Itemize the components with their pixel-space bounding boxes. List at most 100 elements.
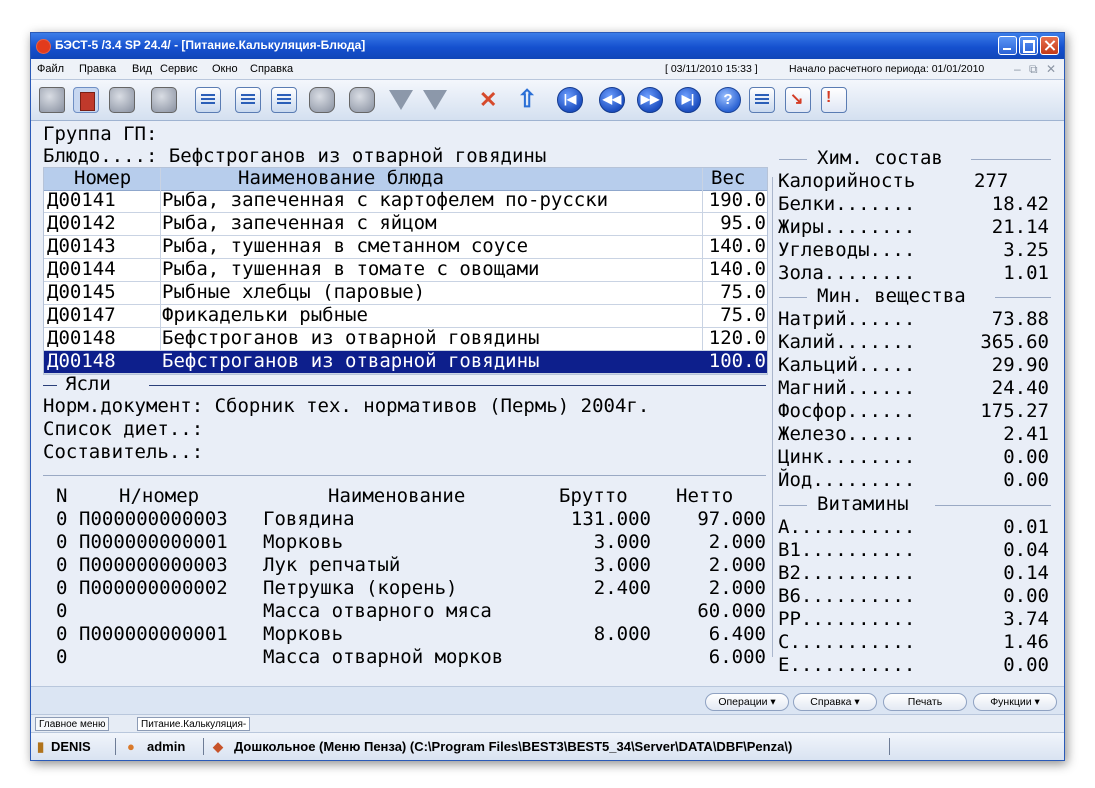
menu-file[interactable]: Файл	[37, 63, 64, 75]
mineral-label: Магний......	[778, 377, 916, 399]
first-record-icon[interactable]: |◀	[557, 87, 583, 113]
fieldset-line	[779, 297, 807, 298]
vitamins-legend: Витамины	[817, 493, 909, 515]
sort-icon[interactable]: ⇧	[513, 86, 539, 113]
cell-name: Рыбные хлебцы (паровые)	[162, 281, 426, 303]
previous-record-icon[interactable]: ◀◀	[599, 87, 625, 113]
window-tabs: Главное меню Питание.Калькуляция-	[31, 714, 1064, 733]
cell-weight: 120.0	[708, 327, 766, 349]
cell-name: Петрушка (корень)	[263, 577, 458, 599]
table-row[interactable]: Д00143 Рыба, тушенная в сметанном соусе …	[44, 235, 767, 259]
window-title: БЭСТ-5 /3.4 SP 24.4/ - [Питание.Калькуля…	[55, 38, 366, 52]
cell-code: Д00142	[47, 212, 116, 234]
help-button[interactable]: Справка ▾	[793, 693, 877, 711]
nursery-legend: Ясли	[65, 373, 111, 395]
cell-code: Д00148	[47, 350, 116, 372]
cell-name: Морковь	[263, 623, 344, 645]
operations-button[interactable]: Операции ▾	[705, 693, 789, 711]
clear-icon[interactable]: ✕	[477, 87, 503, 113]
menu-window[interactable]: Окно	[212, 63, 238, 75]
table-row[interactable]: Д00147 Фрикадельки рыбные 75.0	[44, 304, 767, 328]
cell-code: П000000000002	[79, 577, 228, 599]
vitamin-value: 0.04	[1003, 539, 1049, 561]
dish-line: Блюдо....: Бефстроганов из отварной говя…	[43, 145, 547, 167]
column-header-name[interactable]: Наименование блюда	[238, 167, 444, 190]
add-row-icon[interactable]	[235, 87, 261, 113]
database-icon: ▮	[37, 739, 45, 754]
table-row[interactable]: Д00148 Бефстроганов из отварной говядины…	[44, 327, 767, 351]
chem-label: Углеводы....	[778, 239, 916, 261]
cell-weight: 75.0	[720, 281, 766, 303]
menu-view[interactable]: Вид	[132, 63, 152, 75]
table-row-selected[interactable]: Д00148 Бефстроганов из отварной говядины…	[44, 350, 767, 374]
mdi-close-icon[interactable]: ✕	[1046, 62, 1056, 76]
card-icon[interactable]	[73, 87, 99, 113]
cell-net: 2.000	[708, 577, 766, 599]
cell-name: Лук репчатый	[263, 554, 401, 576]
mineral-label: Йод.........	[778, 469, 916, 491]
delete-row-icon[interactable]	[271, 87, 297, 113]
cell-gross: 3.000	[593, 531, 651, 553]
chart-icon[interactable]: ↘	[785, 87, 811, 113]
close-button[interactable]	[1040, 36, 1059, 55]
panel-divider	[772, 177, 773, 657]
diet-list: Список диет..:	[43, 418, 204, 440]
maximize-button[interactable]	[1019, 36, 1038, 55]
cell-n: 0	[56, 646, 68, 668]
mineral-value: 0.00	[1003, 446, 1049, 468]
user-icon: ●	[127, 739, 135, 754]
mdi-restore-icon[interactable]: ⧉	[1029, 62, 1038, 77]
vitamin-label: E...........	[778, 654, 916, 676]
toolbar: ✕ ⇧ |◀ ◀◀ ▶▶ ▶| ? ↘ !	[31, 80, 1064, 121]
printer-preview-icon[interactable]	[151, 87, 177, 113]
print-button[interactable]: Печать	[883, 693, 967, 711]
tab-main-menu[interactable]: Главное меню	[35, 717, 110, 731]
mineral-label: Кальций.....	[778, 354, 916, 376]
column-header-code[interactable]: Номер	[74, 167, 131, 190]
table-row[interactable]: Д00144 Рыба, тушенная в томате с овощами…	[44, 258, 767, 282]
table-row[interactable]: Д00141 Рыба, запеченная с картофелем по-…	[44, 189, 767, 213]
cell-weight: 95.0	[720, 212, 766, 234]
mineral-value: 365.60	[980, 331, 1049, 353]
cell-gross: 8.000	[593, 623, 651, 645]
menu-help[interactable]: Справка	[250, 63, 293, 75]
cell-code: П000000000001	[79, 623, 228, 645]
minimize-button[interactable]	[998, 36, 1017, 55]
list-icon[interactable]	[749, 87, 775, 113]
chem-label: Зола........	[778, 262, 916, 284]
edit-document-icon[interactable]	[195, 87, 221, 113]
mineral-label: Натрий......	[778, 308, 916, 330]
functions-button[interactable]: Функции ▾	[973, 693, 1057, 711]
calorie-label: Калорийность	[778, 170, 916, 192]
tab-calculation[interactable]: Питание.Калькуляция-	[137, 717, 251, 731]
cell-code: Д00145	[47, 281, 116, 303]
cell-n: 0	[56, 600, 68, 622]
last-record-icon[interactable]: ▶|	[675, 87, 701, 113]
printer-icon[interactable]	[109, 87, 135, 113]
mineral-label: Калий.......	[778, 331, 916, 353]
menu-edit[interactable]: Правка	[79, 63, 116, 75]
application-window: БЭСТ-5 /3.4 SP 24.4/ - [Питание.Калькуля…	[30, 32, 1065, 761]
food-icon: ◆	[213, 739, 223, 754]
column-header-n: N	[56, 485, 68, 507]
app-icon[interactable]	[36, 39, 51, 54]
table-row[interactable]: Д00142 Рыба, запеченная с яйцом 95.0	[44, 212, 767, 236]
menu-service[interactable]: Сервис	[160, 63, 198, 75]
mineral-value: 73.88	[991, 308, 1049, 330]
filter-icon[interactable]	[389, 90, 413, 110]
next-record-icon[interactable]: ▶▶	[637, 87, 663, 113]
vitamin-label: B1..........	[778, 539, 916, 561]
column-header-weight[interactable]: Вес	[711, 167, 745, 190]
cell-weight: 100.0	[708, 350, 766, 372]
chart-alert-icon[interactable]: !	[821, 87, 847, 113]
dishes-table[interactable]: Номер Наименование блюда Вес Д00141 Рыба…	[43, 167, 768, 375]
cell-n: 0	[56, 623, 68, 645]
table-row[interactable]: Д00145 Рыбные хлебцы (паровые) 75.0	[44, 281, 767, 305]
binoculars-icon[interactable]	[309, 87, 335, 113]
chem-value: 3.25	[1003, 239, 1049, 261]
mdi-minimize-icon[interactable]: –	[1014, 62, 1021, 76]
book-icon[interactable]	[39, 87, 65, 113]
help-icon[interactable]: ?	[715, 87, 741, 113]
filter-dropdown-icon[interactable]	[423, 90, 447, 110]
binoculars-next-icon[interactable]	[349, 87, 375, 113]
